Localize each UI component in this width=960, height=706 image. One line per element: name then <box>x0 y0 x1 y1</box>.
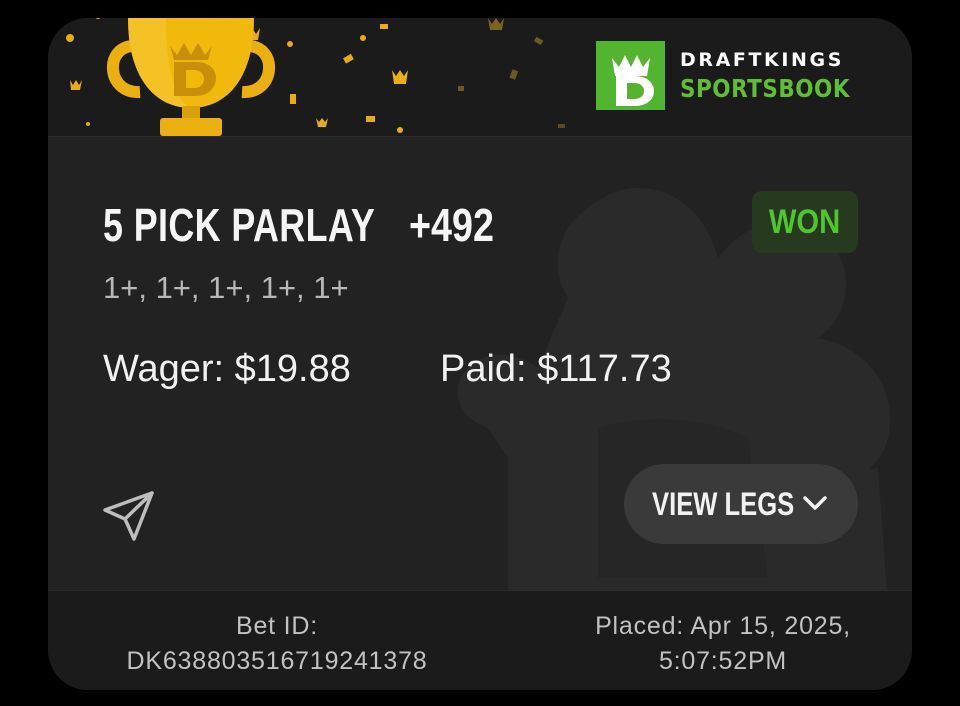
bet-id-block: Bet ID: DK638803516719241378 <box>48 609 506 679</box>
legs-summary: 1+, 1+, 1+, 1+, 1+ <box>103 270 349 305</box>
bet-odds: +492 <box>409 199 494 251</box>
chevron-down-icon <box>803 496 827 510</box>
gold-trophy-icon <box>106 18 276 136</box>
header-band: DRAFTKINGS SPORTSBOOK <box>48 18 912 137</box>
draftkings-sportsbook-brand: DRAFTKINGS SPORTSBOOK <box>596 41 866 111</box>
bet-footer: Bet ID: DK638803516719241378 Placed: Apr… <box>48 590 912 690</box>
brand-name-line2: SPORTSBOOK <box>680 74 851 103</box>
draftkings-crown-d-logo <box>596 41 665 110</box>
placed-date: Placed: Apr 15, 2025, <box>595 612 851 640</box>
view-legs-label: VIEW LEGS <box>652 486 795 522</box>
bet-card: DRAFTKINGS SPORTSBOOK 5 PICK PARLAY +492… <box>48 18 912 690</box>
placed-time: 5:07:52PM <box>658 647 788 675</box>
placed-block: Placed: Apr 15, 2025, 5:07:52PM <box>508 609 912 679</box>
bet-id-value: DK638803516719241378 <box>126 647 428 675</box>
status-badge: WON <box>752 191 858 253</box>
view-legs-button[interactable]: VIEW LEGS <box>624 464 858 544</box>
bet-title: 5 PICK PARLAY <box>103 199 376 251</box>
status-badge-label: WON <box>769 202 841 241</box>
paid-amount: Paid: $117.73 <box>440 348 672 390</box>
share-button[interactable] <box>101 488 157 544</box>
brand-name-line1: DRAFTKINGS <box>680 49 845 71</box>
paper-plane-share-icon <box>103 491 154 541</box>
bet-id-label: Bet ID: <box>235 612 319 640</box>
wager-amount: Wager: $19.88 <box>103 348 351 390</box>
